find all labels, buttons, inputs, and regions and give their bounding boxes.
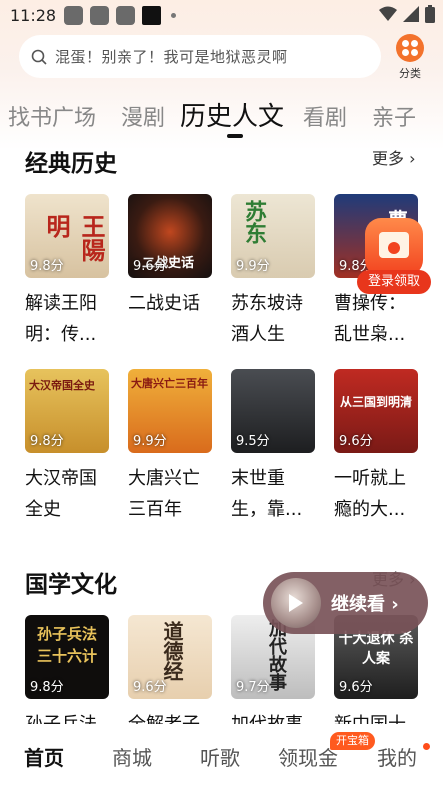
book-score: 9.5分 bbox=[236, 434, 270, 449]
nav-profile[interactable]: 我的 bbox=[377, 742, 417, 771]
book-score: 9.8分 bbox=[30, 434, 64, 449]
cover-art-text: 大汉帝国全史 bbox=[29, 379, 95, 392]
book-card[interactable]: 大汉帝国全史 9.8分 大汉帝国全史 bbox=[25, 369, 109, 525]
wifi-icon bbox=[379, 6, 397, 21]
book-cover: 孙子兵法 三十六计 9.8分 bbox=[25, 615, 109, 699]
book-card[interactable]: 王陽明 9.8分 解读王阳明：传... bbox=[25, 194, 109, 350]
nav-home[interactable]: 首页 bbox=[24, 742, 64, 771]
tab-parenting[interactable]: 亲子 bbox=[372, 100, 416, 132]
book-title: 大唐兴亡三百年 bbox=[128, 468, 200, 520]
book-cover: 9.5分 bbox=[231, 369, 315, 453]
category-label: 分类 bbox=[399, 67, 421, 80]
notification-dot bbox=[423, 743, 430, 750]
book-title: 苏东坡诗酒人生 bbox=[231, 293, 303, 345]
chevron-right-icon: › bbox=[404, 149, 416, 168]
book-score: 9.9分 bbox=[236, 259, 270, 274]
tab-history-humanities[interactable]: 历史人文 bbox=[180, 96, 284, 133]
tab-find-books[interactable]: 找书广场 bbox=[8, 100, 96, 132]
book-score: 9.6分 bbox=[133, 680, 167, 695]
nav-listen[interactable]: 听歌 bbox=[200, 742, 240, 771]
search-input[interactable]: 混蛋！别亲了！我可是地狱恶灵啊 bbox=[19, 35, 381, 78]
book-cover: 王陽明 9.8分 bbox=[25, 194, 109, 278]
tab-drama[interactable]: 看剧 bbox=[303, 100, 347, 132]
book-score: 9.6分 bbox=[339, 680, 373, 695]
book-score: 9.9分 bbox=[133, 434, 167, 449]
login-claim-button[interactable]: 登录领取 bbox=[357, 270, 431, 294]
cover-art-text: 十大退休 杀人案 bbox=[338, 631, 414, 667]
cover-art-text: 大唐兴亡三百年 bbox=[131, 377, 208, 390]
nav-store[interactable]: 商城 bbox=[112, 742, 152, 771]
book-cover: 大唐兴亡三百年 9.9分 bbox=[128, 369, 212, 453]
cover-art-text: 孙子兵法 三十六计 bbox=[36, 625, 97, 665]
system-icons bbox=[379, 5, 435, 23]
book-score: 9.6分 bbox=[133, 259, 167, 274]
more-notifications-icon bbox=[171, 13, 176, 18]
book-card[interactable]: 大唐兴亡三百年 9.9分 大唐兴亡三百年 bbox=[128, 369, 212, 525]
notification-app-icon bbox=[116, 6, 135, 25]
book-title: 二战史话 bbox=[128, 293, 200, 314]
more-label: 更多 bbox=[372, 149, 405, 168]
notification-app-icon bbox=[64, 6, 83, 25]
continue-reading-button[interactable]: 继续看 › bbox=[263, 572, 428, 634]
book-cover: 大汉帝国全史 9.8分 bbox=[25, 369, 109, 453]
book-cover: 从三国到明清 9.6分 bbox=[334, 369, 418, 453]
envelope-seal-icon bbox=[388, 242, 400, 254]
book-card[interactable]: 二战史话 9.6分 二战史话 bbox=[128, 194, 212, 319]
book-score: 9.8分 bbox=[30, 259, 64, 274]
search-placeholder: 混蛋！别亲了！我可是地狱恶灵啊 bbox=[55, 48, 288, 66]
book-card[interactable]: 道德经 9.6分 全解老子 bbox=[128, 615, 212, 740]
status-time: 11:28 bbox=[10, 6, 57, 25]
nav-get-cash[interactable]: 领现金 bbox=[278, 742, 338, 771]
bottom-navigation: 首页 商城 听歌 领现金 开宝箱 我的 bbox=[0, 724, 443, 787]
section-title-chinese-studies: 国学文化 bbox=[25, 572, 117, 598]
book-title: 曹操传：乱世枭... bbox=[334, 293, 406, 345]
book-title: 末世重生，靠... bbox=[231, 468, 303, 520]
channel-tabs: 找书广场 漫剧 历史人文 看剧 亲子 bbox=[0, 96, 443, 140]
treasure-box-badge: 开宝箱 bbox=[330, 732, 375, 750]
book-cover: 二战史话 9.6分 bbox=[128, 194, 212, 278]
book-card[interactable]: 孙子兵法 三十六计 9.8分 孙子兵法 bbox=[25, 615, 109, 740]
notification-icons bbox=[64, 6, 176, 25]
book-card[interactable]: 苏东 9.9分 苏东坡诗酒人生 bbox=[231, 194, 315, 350]
play-icon bbox=[289, 594, 303, 612]
book-cover: 苏东 9.9分 bbox=[231, 194, 315, 278]
red-packet-widget[interactable]: 登录领取 bbox=[357, 218, 431, 296]
more-link[interactable]: 更多 › bbox=[372, 145, 416, 169]
notification-app-icon bbox=[90, 6, 109, 25]
book-card[interactable]: 9.5分 末世重生，靠... bbox=[231, 369, 315, 525]
book-card[interactable]: 从三国到明清 9.6分 一听就上瘾的大... bbox=[334, 369, 418, 525]
cover-art-text: 苏东 bbox=[241, 200, 266, 244]
cover-art-text: 道德经 bbox=[160, 621, 184, 681]
search-icon bbox=[31, 49, 47, 65]
status-bar: 11:28 bbox=[0, 0, 443, 32]
section-title-classic-history: 经典历史 bbox=[25, 151, 117, 177]
cover-art-text: 从三国到明清 bbox=[340, 395, 413, 409]
notification-app-icon bbox=[142, 6, 161, 25]
category-button[interactable]: 分类 bbox=[393, 34, 427, 81]
book-title: 解读王阳明：传... bbox=[25, 293, 97, 345]
book-score: 9.6分 bbox=[339, 434, 373, 449]
active-tab-indicator bbox=[227, 134, 243, 138]
signal-icon bbox=[403, 6, 419, 22]
category-icon bbox=[396, 34, 424, 62]
book-score: 9.8分 bbox=[30, 680, 64, 695]
book-title: 一听就上瘾的大... bbox=[334, 468, 406, 520]
continue-reading-label: 继续看 › bbox=[331, 594, 399, 615]
book-cover: 道德经 9.6分 bbox=[128, 615, 212, 699]
book-score: 9.7分 bbox=[236, 680, 270, 695]
tab-comics[interactable]: 漫剧 bbox=[121, 100, 165, 132]
battery-icon bbox=[425, 5, 435, 23]
book-title: 大汉帝国全史 bbox=[25, 468, 97, 520]
